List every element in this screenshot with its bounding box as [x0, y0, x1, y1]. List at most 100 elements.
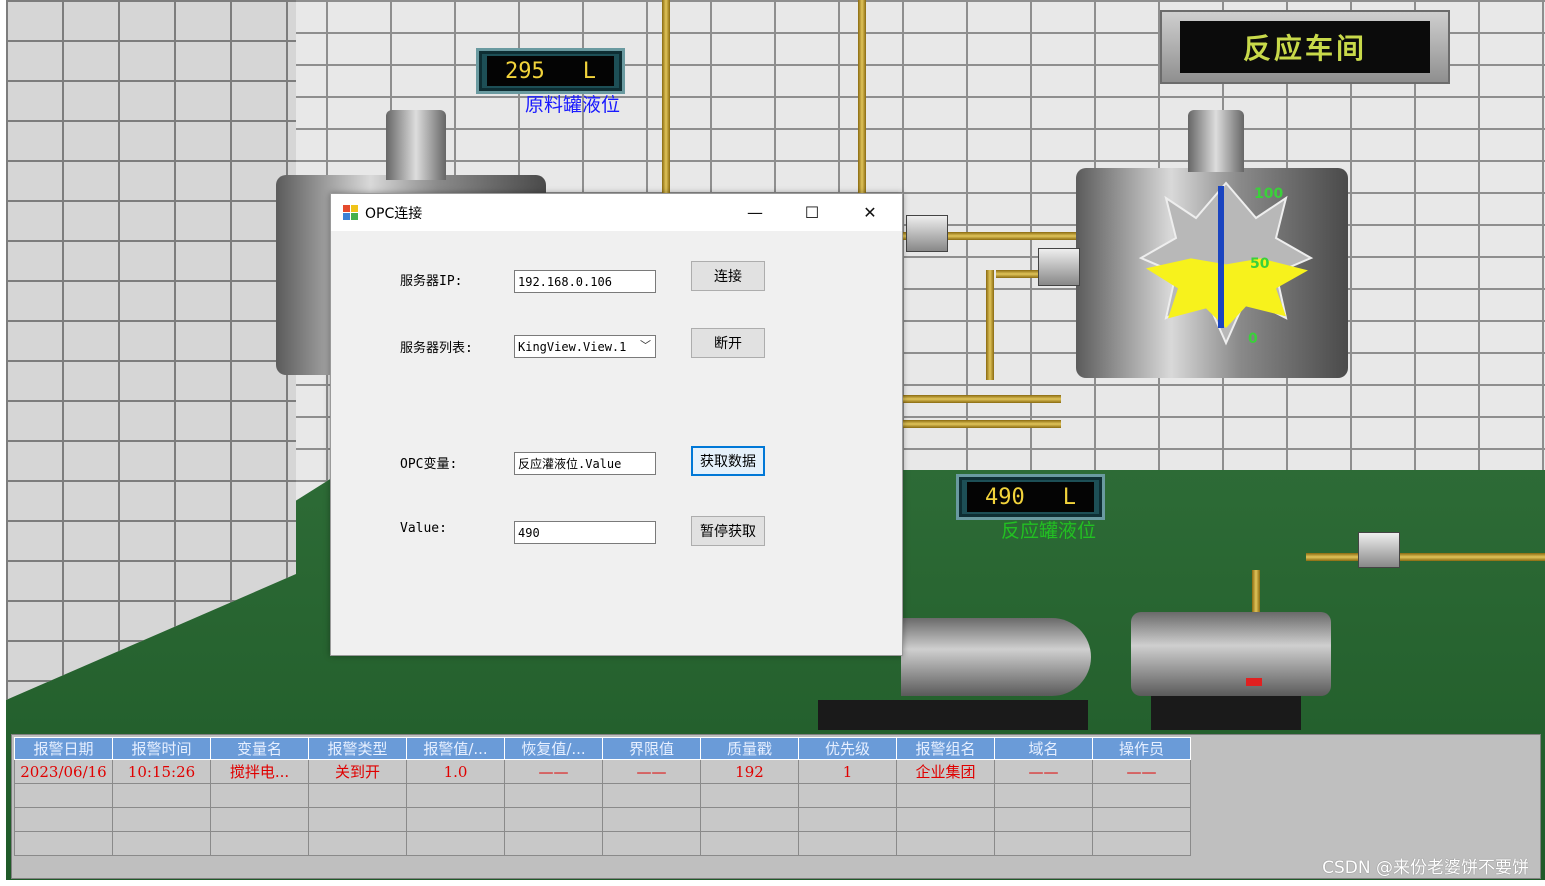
table-cell	[896, 807, 995, 832]
table-cell: 关到开	[308, 759, 407, 784]
column-header[interactable]: 报警组名	[896, 737, 995, 760]
close-icon[interactable]: ✕	[847, 194, 893, 231]
table-cell	[210, 807, 309, 832]
table-cell	[1092, 807, 1191, 832]
raw-tank-level-display: 295 L	[476, 48, 625, 94]
pipe	[901, 395, 1061, 403]
table-row[interactable]	[14, 783, 1191, 808]
disconnect-button[interactable]: 断开	[691, 328, 765, 358]
reactor-level-gauge: 100 50 0	[1138, 181, 1314, 347]
table-cell: 1	[798, 759, 897, 784]
table-cell	[602, 831, 701, 856]
table-row[interactable]: 2023/06/16 10:15:26 搅拌电... 关到开 1.0 —— —— 192 1 企业…	[14, 759, 1191, 784]
server-list-select[interactable]: KingView.View.1 ﹀	[514, 335, 656, 358]
motor-base	[1151, 696, 1301, 730]
table-cell	[700, 807, 799, 832]
table-cell: ——	[602, 759, 701, 784]
table-cell	[14, 807, 113, 832]
table-cell	[602, 783, 701, 808]
valve[interactable]	[906, 215, 948, 252]
table-cell	[210, 831, 309, 856]
raw-tank-level-label: 原料罐液位	[525, 94, 621, 116]
table-cell	[896, 783, 995, 808]
scale-label-0: 0	[1248, 331, 1258, 347]
column-header[interactable]: 域名	[994, 737, 1093, 760]
pipe	[662, 0, 670, 200]
table-cell: 192	[700, 759, 799, 784]
reactor-level-display: 490 L	[956, 474, 1105, 520]
server-ip-field[interactable]	[514, 270, 656, 293]
table-row[interactable]	[14, 807, 1191, 832]
column-header[interactable]: 报警日期	[14, 737, 113, 760]
workshop-title-plate: 反应车间	[1160, 10, 1450, 84]
valve[interactable]	[1358, 532, 1400, 568]
fetch-data-button[interactable]: 获取数据	[691, 446, 765, 476]
column-header[interactable]: 报警时间	[112, 737, 211, 760]
column-header[interactable]: 报警类型	[308, 737, 407, 760]
dialog-titlebar[interactable]: OPC连接 — ☐ ✕	[331, 194, 902, 231]
value-field[interactable]	[514, 521, 656, 544]
pipe	[858, 0, 866, 200]
pipe	[901, 420, 1061, 428]
table-row[interactable]	[14, 831, 1191, 856]
opc-variable-label: OPC变量:	[400, 457, 458, 472]
connect-button[interactable]: 连接	[691, 261, 765, 291]
column-header[interactable]: 操作员	[1092, 737, 1191, 760]
column-header[interactable]: 报警值/...	[406, 737, 505, 760]
table-cell	[14, 831, 113, 856]
table-cell	[504, 807, 603, 832]
table-cell	[1092, 783, 1191, 808]
table-cell	[700, 831, 799, 856]
reactor-level-unit: L	[1062, 484, 1076, 510]
server-list-label: 服务器列表:	[400, 341, 473, 356]
table-cell	[308, 831, 407, 856]
raw-tank-level-value: 295	[505, 58, 545, 84]
column-header[interactable]: 恢复值/...	[504, 737, 603, 760]
raw-tank-level-unit: L	[582, 58, 596, 84]
table-cell	[308, 783, 407, 808]
opc-variable-field[interactable]	[514, 452, 656, 475]
pump-motor[interactable]	[1131, 612, 1331, 696]
column-header[interactable]: 优先级	[798, 737, 897, 760]
table-cell	[112, 783, 211, 808]
watermark: CSDN @来份老婆饼不要饼	[1322, 858, 1529, 878]
table-cell: ——	[504, 759, 603, 784]
maximize-icon[interactable]: ☐	[789, 194, 835, 231]
table-cell	[14, 783, 113, 808]
pump-status-light	[1246, 678, 1262, 686]
table-cell	[504, 783, 603, 808]
table-cell	[994, 807, 1093, 832]
column-header[interactable]: 界限值	[602, 737, 701, 760]
pause-fetch-button[interactable]: 暂停获取	[691, 516, 765, 546]
app-icon	[343, 205, 358, 220]
table-cell: 企业集团	[896, 759, 995, 784]
server-list-selected: KingView.View.1	[518, 340, 627, 354]
column-header[interactable]: 变量名	[210, 737, 309, 760]
table-cell: 10:15:26	[112, 759, 211, 784]
pipe	[986, 270, 994, 380]
scale-label-50: 50	[1250, 256, 1270, 272]
table-cell: ——	[994, 759, 1093, 784]
valve[interactable]	[1038, 248, 1080, 286]
table-cell	[1092, 831, 1191, 856]
table-cell	[112, 807, 211, 832]
table-cell	[210, 783, 309, 808]
table-cell	[798, 831, 897, 856]
dialog-title: OPC连接	[365, 206, 423, 222]
minimize-icon[interactable]: —	[732, 194, 778, 231]
pump-body[interactable]	[901, 618, 1091, 696]
chevron-down-icon: ﹀	[640, 339, 651, 352]
table-cell	[700, 783, 799, 808]
table-cell	[406, 807, 505, 832]
table-cell	[602, 807, 701, 832]
reactor-level-value: 490	[985, 484, 1025, 510]
table-cell: ——	[1092, 759, 1191, 784]
pipe	[1306, 553, 1545, 561]
column-header[interactable]: 质量戳	[700, 737, 799, 760]
table-cell: 搅拌电...	[210, 759, 309, 784]
table-cell	[798, 783, 897, 808]
scale-label-100: 100	[1254, 186, 1283, 202]
table-cell	[896, 831, 995, 856]
alarm-window: 报警日期 报警时间 变量名 报警类型 报警值/... 恢复值/... 界限值 质量戳 优先级 报警…	[11, 734, 1541, 879]
pump-base	[818, 700, 1088, 730]
